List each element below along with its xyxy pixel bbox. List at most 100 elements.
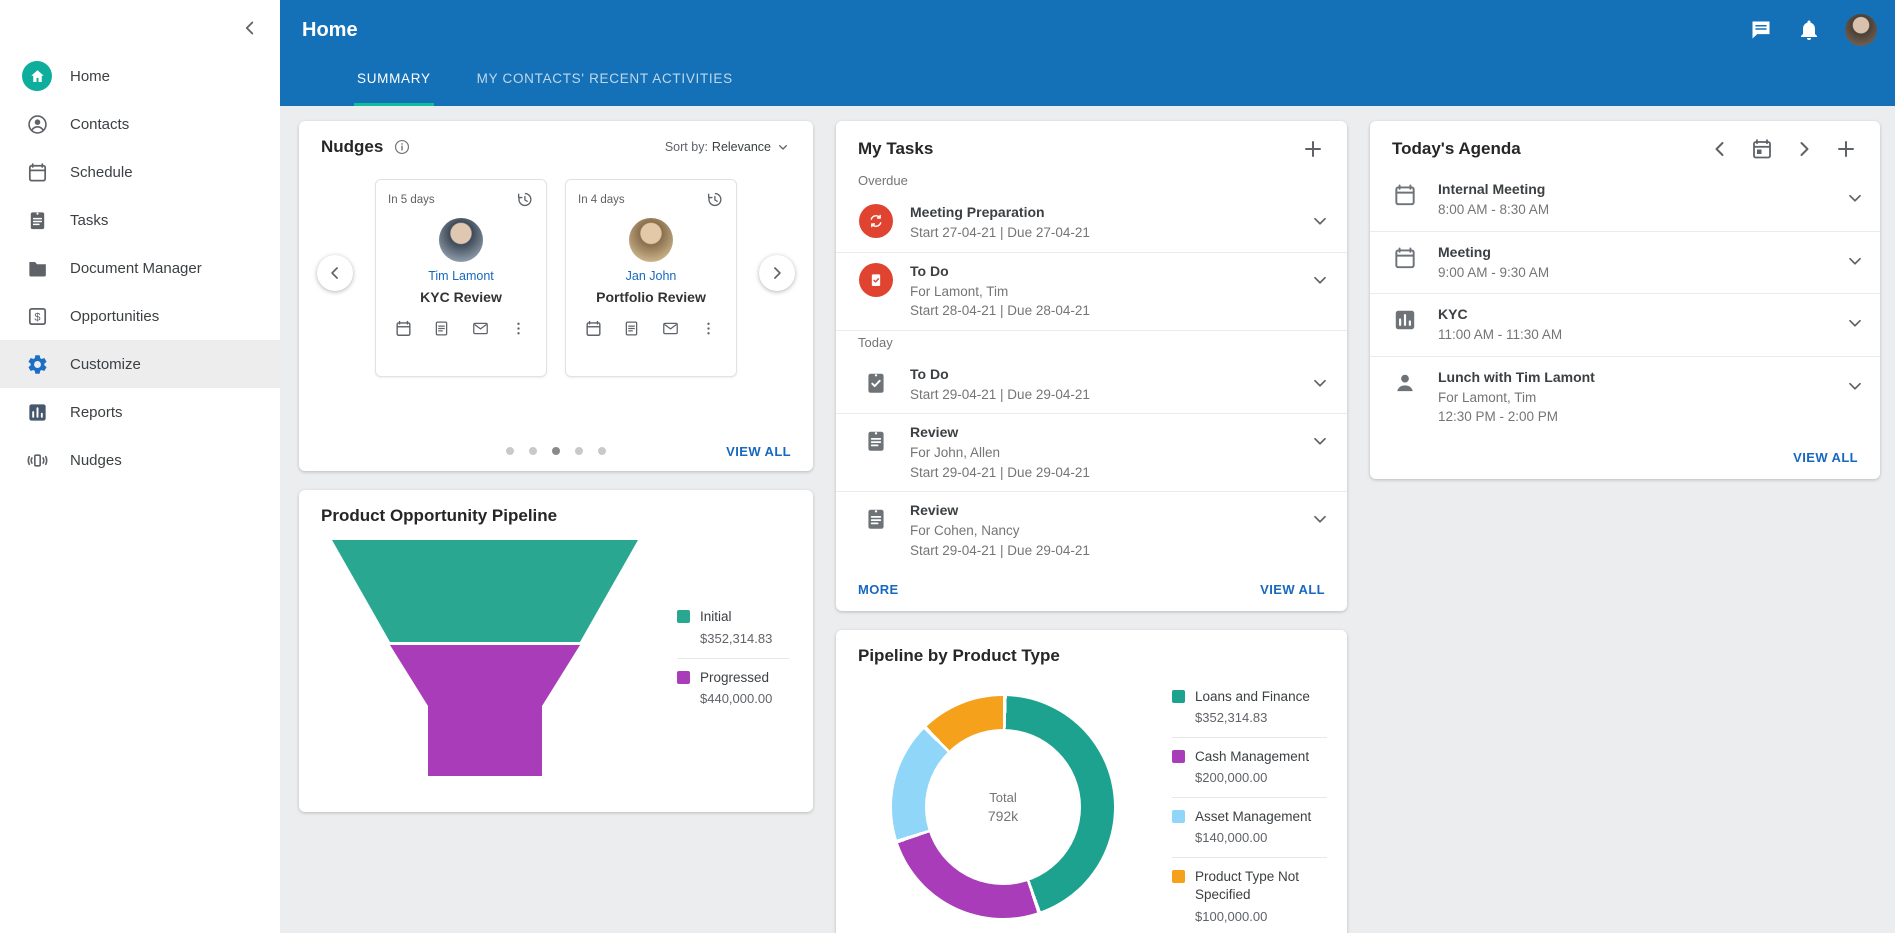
tab-bar: SUMMARY MY CONTACTS' RECENT ACTIVITIES — [280, 54, 1895, 106]
mail-icon[interactable] — [471, 319, 490, 338]
tab-recent-activities[interactable]: MY CONTACTS' RECENT ACTIVITIES — [474, 54, 736, 106]
sidebar-item-customize[interactable]: Customize — [0, 340, 280, 388]
tasks-view-all-link[interactable]: VIEW ALL — [1260, 582, 1325, 597]
history-icon[interactable] — [515, 190, 534, 209]
top-header: Home SUMMARY MY CONTACTS' RECENT ACTIVIT… — [280, 0, 1895, 106]
agenda-next-day-button[interactable] — [1792, 137, 1816, 161]
contact-name-link[interactable]: Jan John — [578, 269, 724, 283]
chevron-down-icon[interactable] — [1309, 210, 1331, 232]
calendar-icon — [1392, 182, 1418, 208]
chevron-down-icon[interactable] — [1844, 250, 1866, 272]
carousel-dot-active[interactable] — [552, 447, 560, 455]
tab-summary[interactable]: SUMMARY — [354, 54, 434, 106]
note-icon[interactable] — [622, 319, 641, 338]
kebab-menu-icon[interactable] — [699, 319, 718, 338]
task-row[interactable]: To Do For Lamont, Tim Start 28-04-21 | D… — [836, 253, 1347, 331]
sort-dropdown[interactable]: Sort by: Relevance — [665, 139, 791, 155]
agenda-row[interactable]: Meeting 9:00 AM - 9:30 AM — [1370, 232, 1880, 295]
page-title: Home — [302, 19, 358, 42]
sidebar-item-schedule[interactable]: Schedule — [0, 148, 280, 196]
sidebar: Home Contacts Schedule Tasks — [0, 0, 280, 933]
funnel-legend: Initial $352,314.83 Progressed $440,000.… — [677, 598, 789, 717]
chevron-down-icon[interactable] — [1309, 508, 1331, 530]
agenda-prev-day-button[interactable] — [1708, 137, 1732, 161]
nudges-view-all-link[interactable]: VIEW ALL — [726, 444, 791, 459]
add-task-button[interactable] — [1301, 137, 1325, 161]
calendar-today-icon[interactable] — [1750, 137, 1774, 161]
sidebar-item-label: Customize — [70, 356, 141, 373]
sidebar-item-opportunities[interactable]: $ Opportunities — [0, 292, 280, 340]
sidebar-item-home[interactable]: Home — [0, 52, 280, 100]
chevron-right-icon — [767, 263, 787, 283]
contact-name-link[interactable]: Tim Lamont — [388, 269, 534, 283]
sidebar-item-label: Nudges — [70, 452, 122, 469]
agenda-view-all-link[interactable]: VIEW ALL — [1793, 450, 1858, 465]
notifications-bell-icon[interactable] — [1797, 18, 1821, 42]
app-root: Home Contacts Schedule Tasks — [0, 0, 1895, 933]
carousel-dot[interactable] — [575, 447, 583, 455]
legend-item: Cash Management $200,000.00 — [1172, 737, 1327, 797]
task-title: Review — [910, 502, 1309, 518]
carousel-dot[interactable] — [529, 447, 537, 455]
chevron-down-icon[interactable] — [1309, 430, 1331, 452]
task-row[interactable]: Meeting Preparation Start 27-04-21 | Due… — [836, 194, 1347, 253]
calendar-icon — [22, 157, 52, 187]
mail-icon[interactable] — [661, 319, 680, 338]
sidebar-nav: Home Contacts Schedule Tasks — [0, 0, 280, 484]
nudge-card[interactable]: In 5 days Tim Lamont KYC Review — [375, 179, 547, 377]
sidebar-item-nudges[interactable]: Nudges — [0, 436, 280, 484]
task-title: Review — [910, 424, 1309, 440]
sidebar-item-reports[interactable]: Reports — [0, 388, 280, 436]
sidebar-item-contacts[interactable]: Contacts — [0, 100, 280, 148]
chevron-down-icon[interactable] — [1309, 269, 1331, 291]
chevron-down-icon[interactable] — [1844, 187, 1866, 209]
legend-value: $352,314.83 — [1195, 710, 1310, 725]
sidebar-item-document-manager[interactable]: Document Manager — [0, 244, 280, 292]
chevron-down-icon[interactable] — [1844, 375, 1866, 397]
pipeline-funnel-card: Product Opportunity Pipeline Initial — [299, 490, 813, 812]
legend-label: Product Type Not Specified — [1195, 868, 1327, 904]
task-row[interactable]: Review For Cohen, Nancy Start 29-04-21 |… — [836, 492, 1347, 569]
sidebar-collapse-button[interactable] — [236, 14, 264, 42]
carousel-dot[interactable] — [598, 447, 606, 455]
user-avatar[interactable] — [1845, 14, 1877, 46]
agenda-row[interactable]: KYC 11:00 AM - 11:30 AM — [1370, 294, 1880, 357]
tasks-more-link[interactable]: MORE — [858, 582, 899, 597]
calendar-icon[interactable] — [394, 319, 413, 338]
funnel-chart — [329, 538, 641, 778]
chevron-down-icon[interactable] — [1309, 372, 1331, 394]
carousel-prev-button[interactable] — [317, 255, 353, 291]
legend-value: $100,000.00 — [1195, 909, 1327, 924]
task-for: For Cohen, Nancy — [910, 521, 1309, 541]
chat-icon[interactable] — [1749, 18, 1773, 42]
legend-value: $352,314.83 — [700, 631, 772, 646]
folder-icon — [22, 253, 52, 283]
donut-legend: Loans and Finance $352,314.83 Cash Manag… — [1172, 678, 1327, 933]
carousel-next-button[interactable] — [759, 255, 795, 291]
note-icon[interactable] — [432, 319, 451, 338]
chevron-down-icon — [775, 139, 791, 155]
agenda-row[interactable]: Lunch with Tim Lamont For Lamont, Tim 12… — [1370, 357, 1880, 438]
task-row[interactable]: Review For John, Allen Start 29-04-21 | … — [836, 414, 1347, 492]
calendar-icon[interactable] — [584, 319, 603, 338]
nudge-card[interactable]: In 4 days Jan John Portfolio Review — [565, 179, 737, 377]
carousel-dot[interactable] — [506, 447, 514, 455]
funnel-card-title: Product Opportunity Pipeline — [321, 506, 557, 526]
review-gray-icon — [863, 506, 889, 532]
add-appointment-button[interactable] — [1834, 137, 1858, 161]
agenda-card-title: Today's Agenda — [1392, 139, 1521, 159]
history-icon[interactable] — [705, 190, 724, 209]
task-title: Meeting Preparation — [910, 204, 1309, 220]
chevron-down-icon[interactable] — [1844, 312, 1866, 334]
contact-avatar[interactable] — [629, 218, 673, 262]
kebab-menu-icon[interactable] — [509, 319, 528, 338]
sidebar-item-label: Home — [70, 68, 110, 85]
dashboard-content: Nudges Sort by: Relevance — [280, 106, 1895, 933]
task-dates: Start 27-04-21 | Due 27-04-21 — [910, 223, 1309, 243]
sidebar-item-tasks[interactable]: Tasks — [0, 196, 280, 244]
task-row[interactable]: To Do Start 29-04-21 | Due 29-04-21 — [836, 356, 1347, 415]
contact-avatar[interactable] — [439, 218, 483, 262]
info-icon[interactable] — [393, 138, 411, 156]
task-dates: Start 29-04-21 | Due 29-04-21 — [910, 385, 1309, 405]
agenda-row[interactable]: Internal Meeting 8:00 AM - 8:30 AM — [1370, 169, 1880, 232]
